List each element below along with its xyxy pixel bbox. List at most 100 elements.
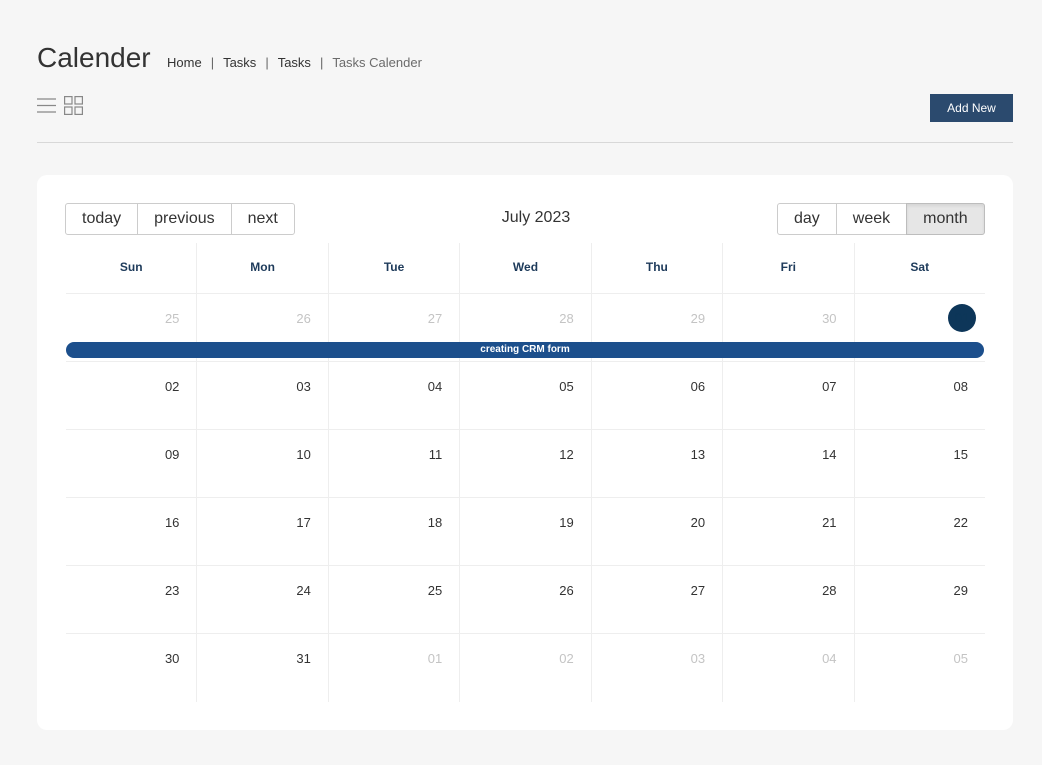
day-number: 08 (953, 379, 968, 394)
weekday-header: Sun Mon Tue Wed Thu Fri Sat (66, 243, 985, 294)
day-number: 16 (164, 515, 180, 530)
day-cell[interactable]: 03 (590, 634, 722, 702)
day-cell[interactable]: 09 (66, 430, 196, 497)
week-row: 23 24 25 26 27 28 29 (66, 566, 985, 634)
calendar-event[interactable]: creating CRM form (66, 342, 984, 358)
day-number: 03 (690, 651, 706, 666)
day-number: 25 (427, 583, 443, 598)
day-number: 22 (953, 515, 968, 530)
day-cell[interactable]: 02 (66, 362, 196, 429)
day-number: 30 (822, 311, 837, 326)
breadcrumb-tasks-sub[interactable]: Tasks (278, 55, 311, 70)
breadcrumb-separator: | (210, 55, 215, 70)
day-cell[interactable]: 03 (196, 362, 327, 429)
breadcrumb-tasks[interactable]: Tasks (223, 55, 256, 70)
day-cell[interactable]: 25 (327, 566, 459, 633)
breadcrumb-home[interactable]: Home (167, 55, 202, 70)
day-number: 24 (296, 583, 311, 598)
day-cell[interactable]: 16 (66, 498, 196, 565)
day-cell[interactable]: 18 (327, 498, 459, 565)
divider (37, 142, 1013, 143)
calendar-card: today previous next July 2023 day week m… (37, 175, 1013, 730)
day-number: 23 (164, 583, 180, 598)
day-number: 26 (296, 311, 311, 326)
day-number: 15 (953, 447, 968, 462)
day-number: 09 (164, 447, 180, 462)
day-number: 26 (559, 583, 574, 598)
weekday-mon: Mon (196, 243, 327, 293)
week-row: 02 03 04 05 06 07 08 (66, 362, 985, 430)
day-cell[interactable]: 14 (722, 430, 853, 497)
day-number: 02 (164, 379, 180, 394)
day-number: 31 (296, 651, 311, 666)
day-number: 05 (953, 651, 968, 666)
day-view-button[interactable]: day (777, 203, 837, 235)
day-number: 01 (427, 651, 443, 666)
day-cell[interactable]: 26 (459, 566, 590, 633)
day-cell[interactable]: 02 (459, 634, 590, 702)
day-cell[interactable]: 19 (459, 498, 590, 565)
view-toggle (37, 96, 83, 115)
week-row: 16 17 18 19 20 21 22 (66, 498, 985, 566)
day-cell[interactable]: 31 (196, 634, 327, 702)
weekday-sat: Sat (853, 243, 985, 293)
day-cell[interactable]: 04 (722, 634, 853, 702)
day-cell[interactable]: 30 (66, 634, 196, 702)
month-view-button[interactable]: month (906, 203, 985, 235)
day-number: 07 (822, 379, 837, 394)
breadcrumb-separator: | (319, 55, 324, 70)
week-view-button[interactable]: week (835, 203, 908, 235)
day-number: 03 (296, 379, 311, 394)
breadcrumb-current: Tasks Calender (332, 55, 422, 70)
day-cell[interactable]: 08 (853, 362, 985, 429)
day-cell[interactable]: 15 (853, 430, 985, 497)
today-marker: 01 (947, 304, 976, 332)
weekday-tue: Tue (327, 243, 459, 293)
day-number: 11 (428, 447, 443, 462)
day-number: 02 (559, 651, 574, 666)
list-icon[interactable] (37, 96, 56, 115)
week-row: 30 31 01 02 03 04 05 (66, 634, 985, 702)
day-cell[interactable]: 01 (327, 634, 459, 702)
day-cell[interactable]: 06 (590, 362, 722, 429)
day-cell[interactable]: 29 (853, 566, 985, 633)
day-cell[interactable]: 04 (327, 362, 459, 429)
add-new-button[interactable]: Add New (930, 94, 1013, 122)
day-number: 25 (164, 311, 180, 326)
week-row: 25 26 27 28 29 30 01 creating CRM form (66, 294, 985, 362)
day-number: 29 (953, 583, 968, 598)
calendar-grid: Sun Mon Tue Wed Thu Fri Sat 25 26 27 28 … (66, 243, 985, 702)
grid-icon[interactable] (64, 96, 83, 115)
day-number: 28 (822, 583, 837, 598)
day-number: 04 (427, 379, 443, 394)
day-number: 29 (690, 311, 706, 326)
day-number: 30 (164, 651, 180, 666)
week-row: 09 10 11 12 13 14 15 (66, 430, 985, 498)
day-cell[interactable]: 12 (459, 430, 590, 497)
day-cell[interactable]: 21 (722, 498, 853, 565)
weekday-fri: Fri (722, 243, 853, 293)
day-cell[interactable]: 05 (459, 362, 590, 429)
breadcrumb-separator: | (265, 55, 269, 70)
breadcrumb: Home | Tasks | Tasks | Tasks Calender (167, 55, 422, 70)
day-number: 21 (822, 515, 837, 530)
day-number: 12 (559, 447, 574, 462)
day-cell[interactable]: 24 (196, 566, 327, 633)
calendar-view-group: day week month (777, 203, 985, 235)
day-number: 06 (690, 379, 706, 394)
day-cell[interactable]: 05 (853, 634, 985, 702)
day-cell[interactable]: 27 (590, 566, 722, 633)
day-cell[interactable]: 07 (722, 362, 853, 429)
day-cell[interactable]: 28 (722, 566, 853, 633)
day-cell[interactable]: 17 (196, 498, 327, 565)
day-number: 04 (822, 651, 837, 666)
day-number: 05 (559, 379, 574, 394)
day-cell[interactable]: 11 (327, 430, 459, 497)
day-cell[interactable]: 23 (66, 566, 196, 633)
day-cell[interactable]: 10 (196, 430, 327, 497)
day-cell[interactable]: 13 (590, 430, 722, 497)
day-cell[interactable]: 22 (853, 498, 985, 565)
day-number: 28 (559, 311, 574, 326)
day-cell[interactable]: 20 (590, 498, 722, 565)
day-number: 18 (427, 515, 443, 530)
